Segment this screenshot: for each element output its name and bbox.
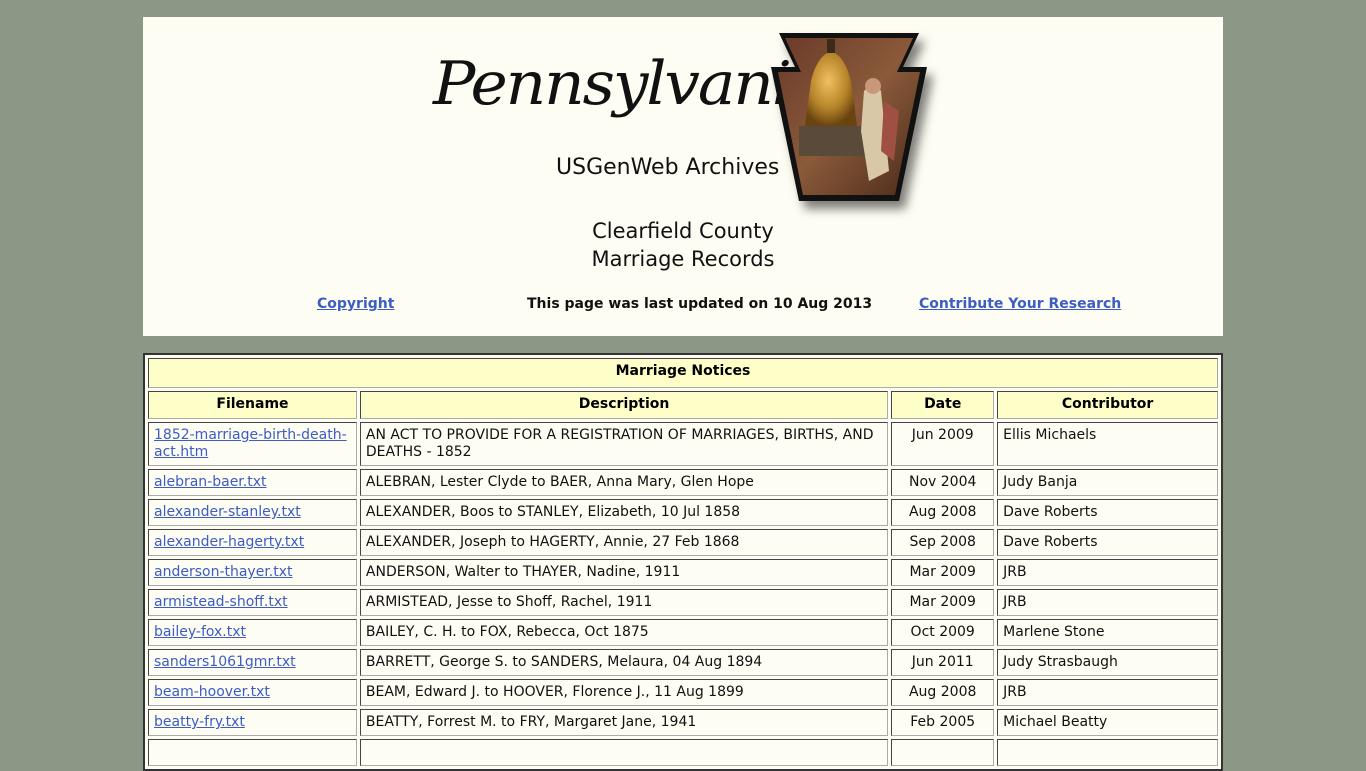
description-cell: ALEBRAN, Lester Clyde to BAER, Anna Mary… — [359, 469, 889, 496]
marriage-notices-table: Marriage Notices Filename Description Da… — [143, 353, 1223, 771]
filename-cell: anderson-thayer.txt — [148, 559, 357, 586]
date-cell: Jun 2011 — [891, 649, 995, 676]
keystone-liberty-bell-icon — [771, 33, 927, 201]
table-row: alexander-hagerty.txt ALEXANDER, Joseph t… — [148, 529, 1218, 556]
page-heading: Clearfield County Marriage Records — [143, 217, 1223, 273]
table-row: sanders1061gmr.txt BARRETT, George S. to … — [148, 649, 1218, 676]
table-caption: Marriage Notices — [148, 358, 1218, 388]
date-cell: Nov 2004 — [891, 469, 995, 496]
date-cell: Feb 2005 — [891, 709, 995, 736]
date-cell: Jun 2009 — [891, 422, 995, 466]
filename-cell: beam-hoover.txt — [148, 679, 357, 706]
filename-cell: beatty-fry.txt — [148, 709, 357, 736]
description-cell — [359, 739, 889, 766]
table-row: beam-hoover.txt BEAM, Edward J. to HOOVER… — [148, 679, 1218, 706]
table-row: 1852-marriage-birth-death-act.htm AN ACT … — [148, 422, 1218, 466]
description-cell: BEATTY, Forrest M. to FRY, Margaret Jane… — [359, 709, 889, 736]
filename-cell: alebran-baer.txt — [148, 469, 357, 496]
table-row: armistead-shoff.txt ARMISTEAD, Jesse to S… — [148, 589, 1218, 616]
date-cell: Mar 2009 — [891, 589, 995, 616]
description-cell: BAILEY, C. H. to FOX, Rebecca, Oct 1875 — [359, 619, 889, 646]
file-link[interactable]: anderson-thayer.txt — [154, 564, 293, 580]
contributor-cell: Ellis Michaels — [997, 422, 1218, 466]
copyright-link[interactable]: Copyright — [317, 296, 394, 312]
contributor-cell — [997, 739, 1218, 766]
table-row: alexander-stanley.txt ALEXANDER, Boos to … — [148, 499, 1218, 526]
column-header-description: Description — [359, 391, 889, 419]
filename-cell: alexander-stanley.txt — [148, 499, 357, 526]
contributor-cell: Judy Strasbaugh — [997, 649, 1218, 676]
date-cell: Oct 2009 — [891, 619, 995, 646]
contributor-cell: JRB — [997, 559, 1218, 586]
file-link[interactable]: sanders1061gmr.txt — [154, 654, 296, 670]
date-cell: Aug 2008 — [891, 499, 995, 526]
contributor-cell: Marlene Stone — [997, 619, 1218, 646]
file-link[interactable]: bailey-fox.txt — [154, 624, 246, 640]
table-row: alebran-baer.txt ALEBRAN, Lester Clyde to… — [148, 469, 1218, 496]
county-name: Clearfield County — [592, 219, 774, 243]
file-link[interactable]: alebran-baer.txt — [154, 474, 267, 490]
description-cell: ARMISTEAD, Jesse to Shoff, Rachel, 1911 — [359, 589, 889, 616]
column-header-row: Filename Description Date Contributor — [148, 391, 1218, 419]
description-cell: ANDERSON, Walter to THAYER, Nadine, 1911 — [359, 559, 889, 586]
file-link[interactable]: 1852-marriage-birth-death-act.htm — [154, 427, 347, 460]
site-logo: Pennsylvania USGenWeb Archives — [433, 29, 953, 219]
filename-cell — [148, 739, 357, 766]
date-cell: Aug 2008 — [891, 679, 995, 706]
date-cell — [891, 739, 995, 766]
contributor-cell: Dave Roberts — [997, 529, 1218, 556]
date-cell: Mar 2009 — [891, 559, 995, 586]
page-header: Pennsylvania USGenWeb Archives Clearfiel… — [143, 17, 1223, 336]
logo-script-title: Pennsylvania — [433, 49, 827, 119]
table-row: beatty-fry.txt BEATTY, Forrest M. to FRY,… — [148, 709, 1218, 736]
contributor-cell: JRB — [997, 679, 1218, 706]
filename-cell: 1852-marriage-birth-death-act.htm — [148, 422, 357, 466]
file-link[interactable]: alexander-hagerty.txt — [154, 534, 304, 550]
filename-cell: bailey-fox.txt — [148, 619, 357, 646]
file-link[interactable]: beatty-fry.txt — [154, 714, 245, 730]
filename-cell: armistead-shoff.txt — [148, 589, 357, 616]
column-header-date: Date — [891, 391, 995, 419]
description-cell: BARRETT, George S. to SANDERS, Melaura, … — [359, 649, 889, 676]
logo-subtitle: USGenWeb Archives — [556, 155, 780, 180]
contribute-research-link[interactable]: Contribute Your Research — [919, 296, 1121, 312]
contributor-cell: JRB — [997, 589, 1218, 616]
file-link[interactable]: beam-hoover.txt — [154, 684, 270, 700]
file-link[interactable]: alexander-stanley.txt — [154, 504, 301, 520]
table-row: anderson-thayer.txt ANDERSON, Walter to T… — [148, 559, 1218, 586]
page-title: Marriage Records — [591, 247, 775, 271]
description-cell: BEAM, Edward J. to HOOVER, Florence J., … — [359, 679, 889, 706]
description-cell: ALEXANDER, Boos to STANLEY, Elizabeth, 1… — [359, 499, 889, 526]
filename-cell: alexander-hagerty.txt — [148, 529, 357, 556]
contributor-cell: Dave Roberts — [997, 499, 1218, 526]
date-cell: Sep 2008 — [891, 529, 995, 556]
records-table-container: Marriage Notices Filename Description Da… — [143, 353, 1223, 771]
description-cell: AN ACT TO PROVIDE FOR A REGISTRATION OF … — [359, 422, 889, 466]
contributor-cell: Michael Beatty — [997, 709, 1218, 736]
contributor-cell: Judy Banja — [997, 469, 1218, 496]
table-row — [148, 739, 1218, 766]
table-row: bailey-fox.txt BAILEY, C. H. to FOX, Rebe… — [148, 619, 1218, 646]
file-link[interactable]: armistead-shoff.txt — [154, 594, 288, 610]
description-cell: ALEXANDER, Joseph to HAGERTY, Annie, 27 … — [359, 529, 889, 556]
column-header-filename: Filename — [148, 391, 357, 419]
column-header-contributor: Contributor — [997, 391, 1218, 419]
last-updated-text: This page was last updated on 10 Aug 201… — [527, 296, 873, 312]
filename-cell: sanders1061gmr.txt — [148, 649, 357, 676]
